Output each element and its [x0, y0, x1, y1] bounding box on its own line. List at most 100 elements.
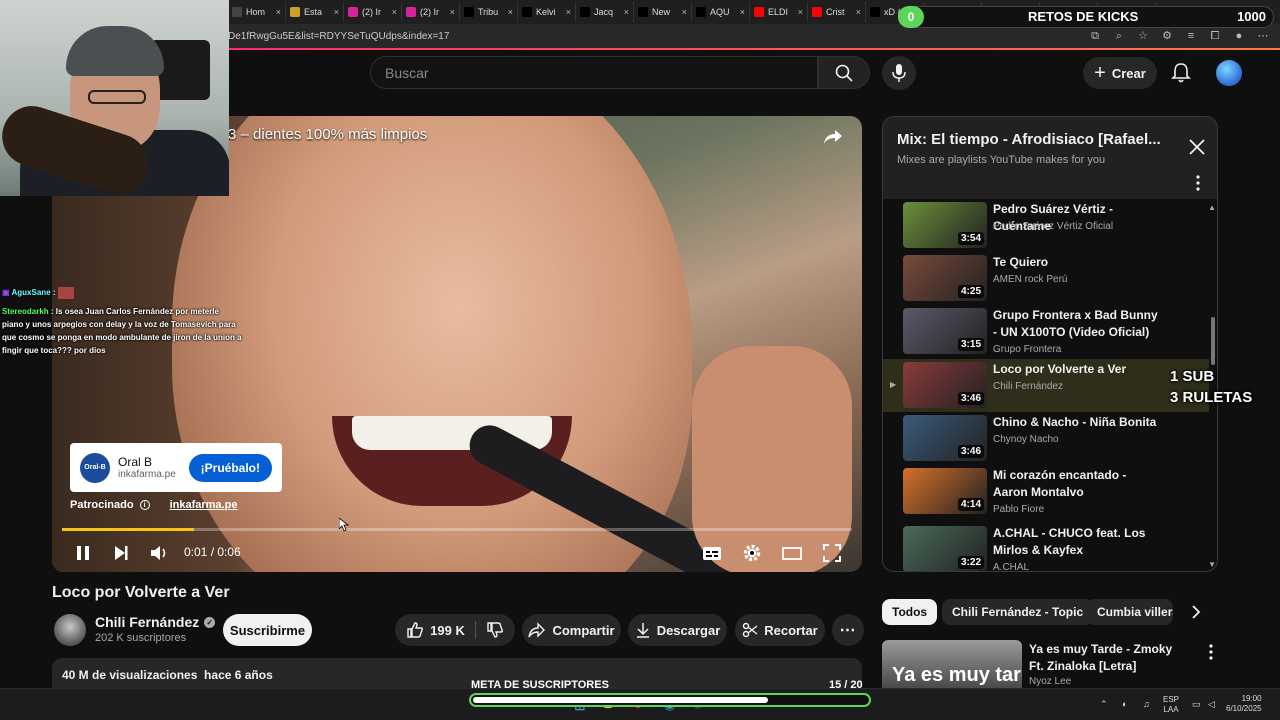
playlist-item[interactable]: 3:15 Grupo Frontera x Bad Bunny - UN X100…: [883, 305, 1209, 358]
browser-tab[interactable]: (2) Ir ×: [402, 2, 460, 22]
extensions-icon[interactable]: ⚙: [1160, 29, 1174, 43]
notifications-bell-icon[interactable]: [1170, 62, 1192, 84]
close-tab-icon[interactable]: ×: [450, 7, 455, 17]
playlist-item[interactable]: 3:54 Pedro Suárez Vértiz - Cuéntame Pedro …: [883, 199, 1209, 252]
fullscreen-icon[interactable]: [821, 542, 843, 564]
create-button[interactable]: + Crear: [1083, 57, 1157, 89]
next-icon[interactable]: [110, 542, 132, 564]
theater-mode-icon[interactable]: [781, 542, 803, 564]
download-button[interactable]: Descargar: [628, 614, 727, 646]
recommended-channel[interactable]: Nyoz Lee: [1029, 676, 1071, 687]
playlist-item-title[interactable]: Chino & Nacho - Niña Bonita: [993, 414, 1163, 431]
ad-card[interactable]: Oral-B Oral B inkafarma.pe ¡Pruébalo!: [70, 443, 282, 492]
browser-tab[interactable]: Hom ×: [228, 2, 286, 22]
close-tab-icon[interactable]: ×: [508, 7, 513, 17]
recommended-title[interactable]: Ya es muy Tarde - Zmoky Ft. Zinaloka [Le…: [1029, 641, 1189, 675]
playlist-thumbnail[interactable]: 4:14: [903, 468, 987, 514]
close-tab-icon[interactable]: ×: [740, 7, 745, 17]
chip-todos[interactable]: Todos: [882, 599, 938, 625]
recommended-thumbnail[interactable]: Ya es muy tarde: [882, 640, 1022, 688]
subscribe-button[interactable]: Suscribirme: [223, 614, 312, 646]
pause-icon[interactable]: [72, 542, 94, 564]
channel-avatar[interactable]: [54, 614, 86, 646]
close-tab-icon[interactable]: ×: [334, 7, 339, 17]
playlist-item[interactable]: 4:14 Mi corazón encantado - Aaron Montalv…: [883, 465, 1209, 518]
playlist-item[interactable]: 4:25 Te Quiero AMEN rock Perú: [883, 252, 1209, 305]
browser-menu-icon[interactable]: ⋯: [1256, 29, 1270, 43]
playlist-thumbnail[interactable]: 3:46: [903, 362, 987, 408]
close-tab-icon[interactable]: ×: [566, 7, 571, 17]
channel-name[interactable]: Chili Fernández ✓: [95, 614, 216, 630]
close-tab-icon[interactable]: ×: [276, 7, 281, 17]
mic-tray-icon[interactable]: ♫: [1143, 699, 1150, 709]
browser-tab[interactable]: Tribu ×: [460, 2, 518, 22]
tray-app-icon[interactable]: ◐: [1122, 699, 1127, 709]
collections-icon[interactable]: ⧠: [1208, 29, 1222, 43]
favorites-icon[interactable]: ≡: [1184, 29, 1198, 43]
playlist-item-title[interactable]: Grupo Frontera x Bad Bunny - UN X100TO (…: [993, 307, 1163, 341]
browser-tab[interactable]: New ×: [634, 2, 692, 22]
playlist-title[interactable]: Mix: El tiempo - Afrodisiaco [Rafael...: [897, 131, 1177, 148]
more-actions-button[interactable]: ⋯: [832, 614, 864, 646]
volume-tray-icon[interactable]: ◁: [1208, 699, 1215, 710]
url-text[interactable]: De1fRwgGu5E&list=RDYYSeTuQUdps&index=17: [228, 31, 1088, 42]
thumbs-down-icon[interactable]: [486, 621, 504, 639]
bookmark-star-icon[interactable]: ☆: [1136, 29, 1150, 43]
playlist-item[interactable]: 3:46 Chino & Nacho - Niña Bonita Chynoy Na…: [883, 412, 1209, 465]
tray-chevron-icon[interactable]: ⌃: [1100, 699, 1108, 710]
user-avatar[interactable]: [1216, 60, 1242, 86]
chip-cumbia-villera[interactable]: Cumbia villera: [1087, 599, 1173, 625]
progress-bar[interactable]: [62, 528, 852, 531]
scroll-down-icon[interactable]: ▼: [1208, 560, 1216, 569]
playlist-thumbnail[interactable]: 3:46: [903, 415, 987, 461]
network-icon[interactable]: ▭: [1192, 699, 1201, 710]
like-button[interactable]: 199 K: [406, 621, 476, 639]
playlist-thumbnail[interactable]: 3:22: [903, 526, 987, 571]
clip-button[interactable]: Recortar: [735, 614, 825, 646]
more-vertical-icon[interactable]: [1195, 175, 1201, 191]
browser-tab[interactable]: AQU ×: [692, 2, 750, 22]
system-clock[interactable]: 19:00 6/10/2025: [1226, 694, 1262, 714]
captions-icon[interactable]: [701, 542, 723, 564]
playlist-thumbnail[interactable]: 4:25: [903, 255, 987, 301]
browser-tab[interactable]: Jacq ×: [576, 2, 634, 22]
more-vertical-icon[interactable]: [1208, 644, 1214, 660]
share-icon[interactable]: [822, 126, 844, 148]
sponsored-link[interactable]: inkafarma.pe: [170, 499, 238, 511]
close-icon[interactable]: [1187, 137, 1207, 157]
close-tab-icon[interactable]: ×: [682, 7, 687, 17]
playlist-item-title[interactable]: Loco por Volverte a Ver: [993, 361, 1163, 378]
zoom-icon[interactable]: ⌕: [1112, 29, 1126, 43]
browser-tab[interactable]: (2) Ir ×: [344, 2, 402, 22]
ad-cta-button[interactable]: ¡Pruébalo!: [188, 453, 272, 482]
browser-tab[interactable]: ELDI ×: [750, 2, 808, 22]
playlist-item-title[interactable]: Mi corazón encantado - Aaron Montalvo: [993, 467, 1163, 501]
scroll-up-icon[interactable]: ▲: [1208, 203, 1216, 212]
playlist-item-title[interactable]: Te Quiero: [993, 254, 1163, 271]
playlist-item[interactable]: 3:22 A.CHAL - CHUCO feat. Los Mirlos & Ka…: [883, 523, 1209, 571]
close-tab-icon[interactable]: ×: [392, 7, 397, 17]
close-tab-icon[interactable]: ×: [624, 7, 629, 17]
channel-name-text[interactable]: Chili Fernández: [95, 614, 199, 630]
volume-icon[interactable]: [148, 542, 170, 564]
browser-tab[interactable]: Kelvi ×: [518, 2, 576, 22]
profile-icon[interactable]: ●: [1232, 29, 1246, 43]
language-indicator[interactable]: ESP LAA: [1163, 695, 1179, 715]
chip-channel-topic[interactable]: Chili Fernández - Topic: [942, 599, 1094, 625]
browser-tab[interactable]: Crist ×: [808, 2, 866, 22]
close-tab-icon[interactable]: ×: [798, 7, 803, 17]
search-input[interactable]: Buscar: [370, 56, 818, 89]
playlist-thumbnail[interactable]: 3:15: [903, 308, 987, 354]
close-tab-icon[interactable]: ×: [856, 7, 861, 17]
playlist-scrollbar[interactable]: [1211, 317, 1215, 365]
info-icon[interactable]: i: [139, 500, 150, 510]
install-icon[interactable]: ⧉: [1088, 29, 1102, 43]
settings-gear-icon[interactable]: [741, 542, 763, 564]
playlist-item[interactable]: ▶ 3:46 Loco por Volverte a Ver Chili Fernán…: [883, 359, 1209, 412]
search-button[interactable]: [818, 56, 870, 89]
playlist-item-title[interactable]: A.CHAL - CHUCO feat. Los Mirlos & Kayfex: [993, 525, 1163, 559]
share-button[interactable]: Compartir: [522, 614, 621, 646]
playlist-thumbnail[interactable]: 3:54: [903, 202, 987, 248]
browser-tab[interactable]: Esta ×: [286, 2, 344, 22]
chevron-right-icon[interactable]: [1188, 604, 1204, 620]
